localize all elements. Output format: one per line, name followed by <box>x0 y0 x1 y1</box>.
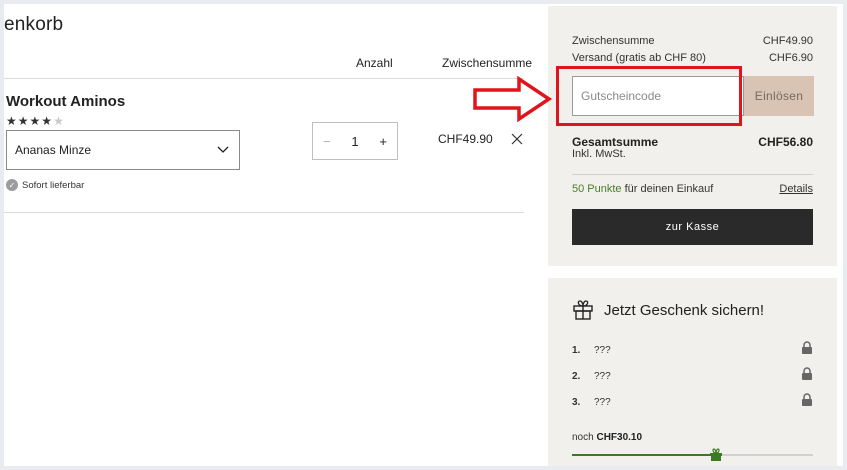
total-value: CHF56.80 <box>758 135 813 149</box>
variant-select[interactable]: Ananas Minze <box>6 130 240 170</box>
checkout-button[interactable]: zur Kasse <box>572 209 813 245</box>
page-title: enkorb <box>4 14 64 35</box>
shipping-row: Versand (gratis ab CHF 80) CHF6.90 <box>572 52 813 64</box>
coupon-input[interactable] <box>572 76 744 116</box>
gift-tier-item: 1.??? <box>572 341 813 359</box>
remaining-amount: noch CHF30.10 <box>572 432 642 443</box>
star-icon: ★ <box>17 114 30 128</box>
availability-status: ✓ Sofort lieferbar <box>6 179 84 191</box>
subtotal-row: Zwischensumme CHF49.90 <box>572 35 813 47</box>
lock-icon <box>802 367 812 380</box>
gift-tier-number: 1. <box>572 345 581 356</box>
gift-tier-label: ??? <box>594 397 611 408</box>
gift-tier-label: ??? <box>594 345 611 356</box>
variant-value: Ananas Minze <box>15 143 92 157</box>
remaining-value: CHF30.10 <box>596 432 643 443</box>
lock-icon <box>802 393 812 406</box>
redeem-button[interactable]: Einlösen <box>744 76 814 116</box>
gift-panel: Jetzt Geschenk sichern! 1.??? 2.??? 3.??… <box>548 278 837 466</box>
gift-tier-number: 3. <box>572 397 581 408</box>
gift-icon <box>710 448 722 461</box>
gift-icon <box>573 300 593 320</box>
gift-progress-fill <box>572 454 722 456</box>
quantity-value[interactable]: 1 <box>351 134 358 149</box>
subtotal-label: Zwischensumme <box>572 35 655 47</box>
check-circle-icon: ✓ <box>6 179 18 191</box>
gift-tier-item: 3.??? <box>572 393 813 411</box>
divider <box>4 212 524 213</box>
gift-tier-label: ??? <box>594 371 611 382</box>
order-summary: Zwischensumme CHF49.90 Versand (gratis a… <box>548 6 837 266</box>
cart-page: enkorb Anzahl Zwischensumme Workout Amin… <box>4 4 843 466</box>
points-info: 50 Punkte für deinen Einkauf <box>572 183 713 195</box>
star-icon: ★ <box>41 114 54 128</box>
details-link[interactable]: Details <box>779 183 813 195</box>
lock-icon <box>802 341 812 354</box>
points-text: für deinen Einkauf <box>621 183 714 195</box>
product-name[interactable]: Workout Aminos <box>6 93 125 110</box>
subtotal-value: CHF49.90 <box>762 35 813 47</box>
gift-progress-bar <box>572 448 813 461</box>
availability-label: Sofort lieferbar <box>22 179 85 191</box>
total-tax-note: Inkl. MwSt. <box>572 148 626 160</box>
gift-tier-number: 2. <box>572 371 581 382</box>
gift-tier-item: 2.??? <box>572 367 813 385</box>
total-label: Gesamtsumme <box>572 135 659 149</box>
remaining-prefix: noch <box>572 432 597 443</box>
increase-button[interactable]: + <box>379 134 387 149</box>
column-header-quantity: Anzahl <box>356 56 393 70</box>
quantity-stepper[interactable]: − 1 + <box>312 122 398 160</box>
chevron-down-icon <box>217 146 229 153</box>
divider <box>4 78 524 79</box>
column-header-subtotal: Zwischensumme <box>442 56 533 70</box>
divider <box>572 174 813 175</box>
shipping-label: Versand (gratis ab CHF 80) <box>572 52 706 64</box>
line-subtotal: CHF49.90 <box>438 132 493 146</box>
gift-title: Jetzt Geschenk sichern! <box>604 302 765 319</box>
decrease-button[interactable]: − <box>323 134 331 149</box>
star-icon: ★ <box>6 114 18 128</box>
star-icon: ★ <box>29 114 42 128</box>
arrow-right-icon <box>473 76 553 122</box>
shipping-value: CHF6.90 <box>768 52 813 64</box>
product-rating: ★★★★★ <box>6 114 65 128</box>
close-icon[interactable] <box>510 132 524 146</box>
star-empty-icon: ★ <box>53 114 65 128</box>
points-value: 50 Punkte <box>572 183 622 195</box>
